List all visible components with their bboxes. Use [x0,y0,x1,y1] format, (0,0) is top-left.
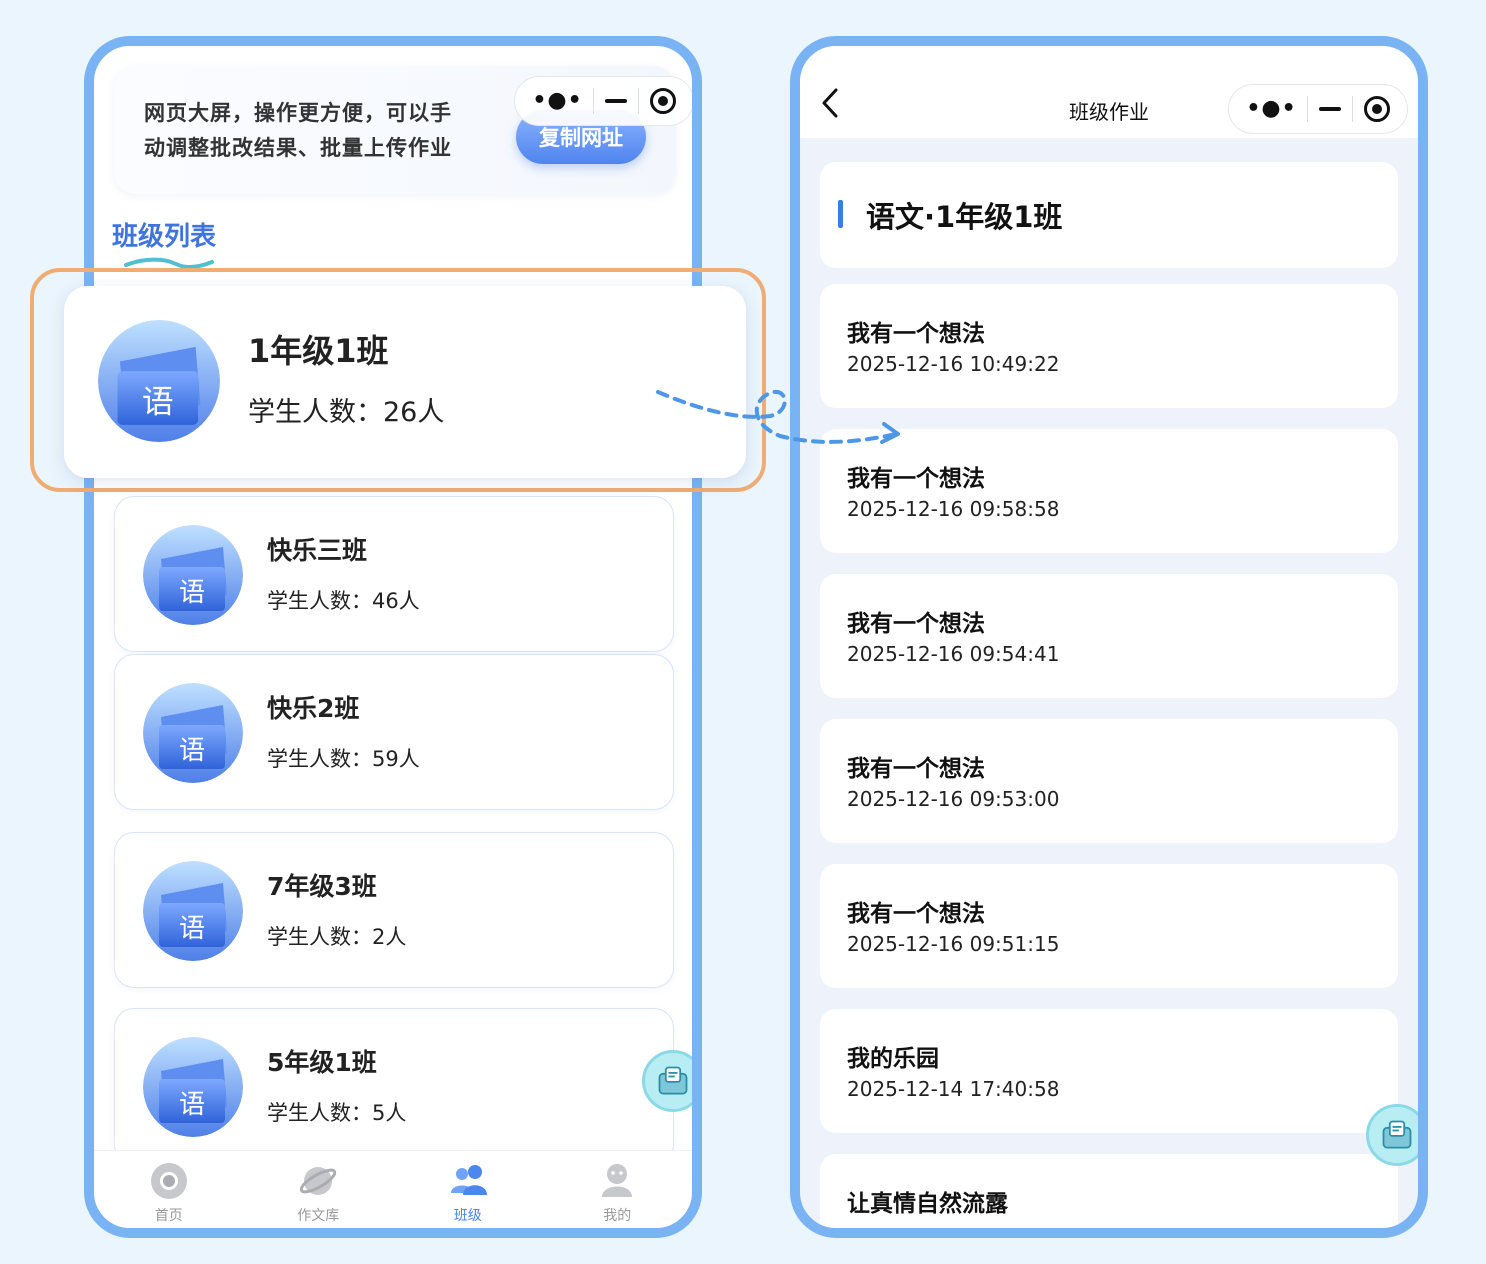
accent-bar [838,200,843,228]
student-count: 学生人数：59人 [267,747,420,771]
tab-mine[interactable]: 我的 [543,1151,693,1228]
homework-title: 我的乐园 [847,1046,939,1072]
student-count: 学生人数：5人 [267,1101,407,1125]
miniprogram-capsule: •●• [514,76,692,126]
subject-chinese-icon: 语 [143,525,243,625]
chat-float-button[interactable] [1366,1104,1418,1166]
class-name: 5年级1班 [267,1048,377,1077]
class-card[interactable]: 语 快乐2班 学生人数：59人 [114,654,674,810]
homework-time: 2025-12-16 10:49:22 [847,352,1060,376]
homework-card[interactable]: 我有一个想法 2025-12-16 09:53:00 [820,719,1398,843]
svg-text:语: 语 [179,914,205,944]
subject-chinese-icon: 语 [143,1037,243,1137]
phone-class-list: 网页大屏，操作更方便，可以手 动调整批改结果、批量上传作业 复制网址 •●• 班… [84,36,702,1238]
class-name: 7年级3班 [267,872,377,901]
banner-text: 网页大屏，操作更方便，可以手 动调整批改结果、批量上传作业 [144,96,489,166]
homework-time: 2025-12-14 17:40:58 [847,1077,1060,1101]
flow-arrow-icon [656,389,900,444]
homework-card[interactable]: 让真情自然流露 [820,1154,1398,1228]
more-icon[interactable]: •●• [532,90,582,112]
homework-time: 2025-12-16 09:53:00 [847,787,1060,811]
bottom-tab-bar: 首页 作文库 班级 我的 [94,1150,693,1228]
homework-title: 我有一个想法 [847,611,985,637]
class-group-icon [450,1165,487,1195]
tab-essay-library[interactable]: 作文库 [244,1151,394,1228]
homework-card[interactable]: 我有一个想法 2025-12-16 09:51:15 [820,864,1398,988]
planet-icon [300,1167,337,1195]
homework-title: 我有一个想法 [847,321,985,347]
homework-title: 我有一个想法 [847,901,985,927]
close-miniprogram-icon[interactable] [1363,96,1390,122]
class-title: 语文·1年级1班 [866,200,1063,234]
class-name: 1年级1班 [248,332,389,370]
class-header-card: 语文·1年级1班 [820,162,1398,268]
phone-class-homework: 班级作业 •●• 语文·1年级1班 我有一个想法 2025-12-16 10:4… [790,36,1428,1238]
svg-text:语: 语 [142,385,174,421]
svg-text:语: 语 [179,578,205,608]
homework-title: 我有一个想法 [847,756,985,782]
message-box-icon [1382,1120,1412,1149]
homework-card[interactable]: 我的乐园 2025-12-14 17:40:58 [820,1009,1398,1133]
home-icon [150,1163,187,1199]
homework-title: 让真情自然流露 [847,1191,1008,1217]
svg-text:语: 语 [179,1090,205,1120]
homework-time: 2025-12-16 09:54:41 [847,642,1060,666]
class-card[interactable]: 语 7年级3班 学生人数：2人 [114,832,674,988]
tab-class[interactable]: 班级 [393,1151,543,1228]
student-count: 学生人数：46人 [267,589,420,613]
banner-line-2: 动调整批改结果、批量上传作业 [144,136,452,160]
chat-float-button[interactable] [642,1050,692,1112]
miniprogram-capsule: •●• [1228,84,1408,134]
class-card[interactable]: 语 快乐三班 学生人数：46人 [114,496,674,652]
nav-header: 班级作业 •●• [800,46,1418,138]
subject-chinese-icon: 语 [98,320,220,442]
class-name: 快乐三班 [267,536,368,565]
homework-time: 2025-12-16 09:58:58 [847,497,1060,521]
homework-card[interactable]: 我有一个想法 2025-12-16 09:54:41 [820,574,1398,698]
profile-icon [602,1164,633,1197]
class-card-highlighted[interactable]: 语 1年级1班 学生人数：26人 [64,286,746,478]
homework-time: 2025-12-16 09:51:15 [847,932,1060,956]
minimize-icon[interactable] [605,99,628,103]
subject-chinese-icon: 语 [143,861,243,961]
close-miniprogram-icon[interactable] [649,88,676,114]
minimize-icon[interactable] [1319,107,1342,111]
homework-title: 我有一个想法 [847,466,985,492]
message-box-icon [658,1066,688,1095]
banner-line-1: 网页大屏，操作更方便，可以手 [144,101,452,125]
class-card[interactable]: 语 5年级1班 学生人数：5人 [114,1008,674,1164]
svg-text:语: 语 [179,736,205,766]
class-name: 快乐2班 [267,694,360,723]
student-count: 学生人数：26人 [248,397,445,428]
student-count: 学生人数：2人 [267,925,407,949]
subject-chinese-icon: 语 [143,683,243,783]
more-icon[interactable]: •●• [1246,98,1296,120]
tab-home[interactable]: 首页 [94,1151,244,1228]
section-title: 班级列表 [112,222,217,252]
